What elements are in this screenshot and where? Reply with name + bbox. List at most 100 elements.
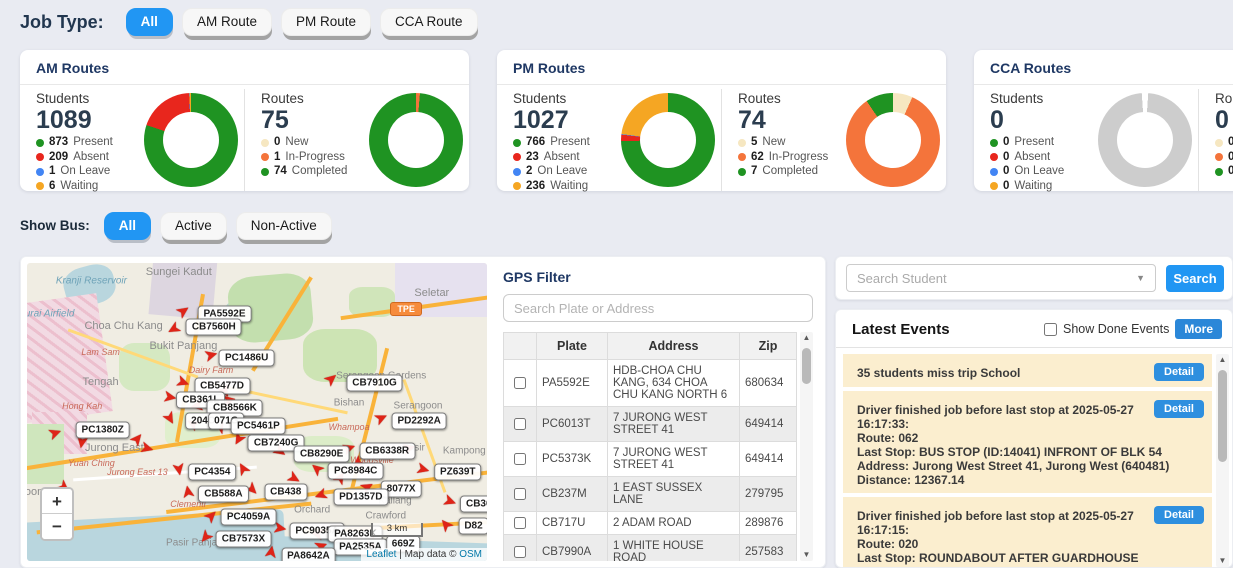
bus-plate-label[interactable]: PD2292A [391,412,446,429]
route-card: PM RoutesStudents1027766 Present23 Absen… [497,50,946,191]
route-card-title: AM Routes [20,50,469,85]
students-info: Students1089873 Present209 Absent1 On Le… [36,91,144,189]
more-button[interactable]: More [1175,319,1222,339]
bus-marker-icon[interactable]: ➤ [371,407,391,428]
route-card-body: Students1089873 Present209 Absent1 On Le… [20,85,469,191]
bus-plate-label[interactable]: PD1357D [333,488,388,505]
show-bus-button-non-active[interactable]: Non-Active [236,212,332,240]
gps-table-scrollbar[interactable]: ▲ ▼ [800,332,813,561]
leaflet-link[interactable]: Leaflet [366,549,396,560]
routes-total: 75 [261,107,369,133]
gps-filter-section: GPS Filter Plate Address Zip PA5592EHD [487,263,819,561]
routes-donut-chart [369,93,463,187]
scroll-up-icon[interactable]: ▲ [803,332,811,344]
bus-plate-label[interactable]: PZ639T [434,463,482,480]
bus-plate-label[interactable]: CB369R [460,495,487,512]
map-zoom-in-button[interactable]: + [42,489,72,514]
legend-item: 236 Waiting [513,179,621,194]
row-checkbox[interactable] [514,453,526,465]
routes-donut-chart [846,93,940,187]
detail-button[interactable]: Detail [1154,506,1204,524]
bus-plate-label[interactable]: PC8984C [328,462,383,479]
students-info: Students00 Present0 Absent0 On Leave0 Wa… [990,91,1098,189]
show-bus-button-active[interactable]: Active [160,212,227,240]
osm-link[interactable]: OSM [459,549,482,560]
legend-dot-icon [990,139,998,147]
scrollbar-thumb[interactable] [1218,370,1227,462]
routes-label: Routes [261,91,369,106]
bus-marker-icon[interactable]: ➤ [414,459,432,479]
map-place-label: Tengah [83,376,119,388]
bus-plate-label[interactable]: PA8642A [281,547,336,561]
legend-item: 6 Waiting [36,179,144,194]
legend-dot-icon [1215,139,1223,147]
zip-cell: 257583 [740,535,797,562]
legend-dot-icon [513,153,521,161]
route-card-title: CCA Routes [974,50,1233,85]
bus-plate-label[interactable]: CB6338R [359,442,415,459]
students-donut-wrap [621,91,715,189]
event-title-row: Driver finished job before last stop at … [857,502,1204,537]
map-zoom-out-button[interactable]: − [42,514,72,539]
zip-column-header: Zip [740,333,797,360]
search-button[interactable]: Search [1166,265,1224,292]
show-done-events-checkbox[interactable] [1044,323,1057,336]
job-type-button-pm-route[interactable]: PM Route [281,8,371,36]
scroll-up-icon[interactable]: ▲ [1219,354,1227,366]
bus-plate-label[interactable]: CB7573X [216,530,271,547]
detail-button[interactable]: Detail [1154,363,1204,381]
bus-marker-icon[interactable]: ➤ [202,345,220,365]
scrollbar-thumb[interactable] [802,348,811,384]
legend-item: 74 Completed [261,164,369,179]
legend-item: 1 On Leave [36,164,144,179]
gps-search-input[interactable] [503,294,813,322]
row-checkbox[interactable] [514,546,526,558]
map-place-label: Orchard [294,505,330,516]
job-type-button-cca-route[interactable]: CCA Route [380,8,478,36]
zip-cell: 680634 [740,360,797,407]
table-row: PC6013T7 JURONG WEST STREET 41649414 [504,407,797,442]
scroll-down-icon[interactable]: ▼ [1219,555,1227,567]
student-search-select[interactable]: Search Student ▼ [846,264,1156,292]
row-checkbox[interactable] [514,418,526,430]
bus-plate-label[interactable]: PC1380Z [76,421,130,438]
students-donut-wrap [144,91,238,189]
bus-plate-label[interactable]: PC4059A [221,508,276,525]
bus-plate-label[interactable]: CB438 [264,483,307,500]
bus-marker-icon[interactable]: ➤ [169,460,188,477]
events-scrollbar[interactable]: ▲ ▼ [1216,354,1229,567]
bus-plate-label[interactable]: PC1486U [219,350,274,367]
row-checkbox[interactable] [514,517,526,529]
row-checkbox[interactable] [514,377,526,389]
map-place-label: Whampoa [328,422,369,432]
map[interactable]: Sungei KadutSeletarKranji ReservoirMurai… [27,263,487,561]
bus-plate-label[interactable]: D82 [458,517,487,534]
students-label: Students [36,91,144,106]
students-stat: Students00 Present0 Absent0 On Leave0 Wa… [974,89,1198,191]
bus-marker-icon[interactable]: ➤ [312,485,331,506]
bus-plate-label[interactable]: PC4354 [188,463,236,480]
bus-plate-label[interactable]: CB7560H [186,319,242,336]
job-type-button-all[interactable]: All [126,8,173,36]
bus-plate-label[interactable]: CB588A [198,485,248,502]
show-bus-button-all[interactable]: All [104,212,151,240]
students-label: Students [990,91,1098,106]
bus-marker-icon[interactable]: ➤ [435,514,457,536]
donut-hole [388,112,444,168]
detail-button[interactable]: Detail [1154,400,1204,418]
scroll-down-icon[interactable]: ▼ [803,549,811,561]
row-select-cell [504,442,537,477]
job-type-button-am-route[interactable]: AM Route [182,8,272,36]
address-cell: 7 JURONG WEST STREET 41 [608,407,740,442]
routes-label: Routes [1215,91,1233,106]
bus-plate-label[interactable]: PC5461P [231,417,286,434]
route-card-title: PM Routes [497,50,946,85]
bus-plate-label[interactable]: CB8290E [294,445,349,462]
routes-stat: Routes00 New0 In-Progress0 Completed [1198,89,1233,191]
legend-item: 0 New [261,135,369,150]
row-select-cell [504,407,537,442]
bus-plate-label[interactable]: CB7910G [346,375,402,392]
row-checkbox[interactable] [514,488,526,500]
bus-marker-icon[interactable]: ➤ [441,491,460,512]
routes-label: Routes [738,91,846,106]
